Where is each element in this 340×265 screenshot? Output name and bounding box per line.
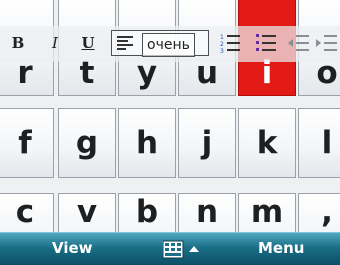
- numbered-list-icon[interactable]: 1 2 3: [220, 33, 242, 53]
- key-b[interactable]: b: [118, 193, 176, 232]
- svg-text:3: 3: [220, 48, 224, 53]
- key-f[interactable]: f: [0, 108, 54, 178]
- input-panel-icon[interactable]: [163, 240, 207, 260]
- style-value: очень: [142, 33, 195, 57]
- italic-button[interactable]: I: [46, 32, 64, 54]
- decrease-indent-icon[interactable]: [288, 33, 310, 53]
- key-v[interactable]: v: [58, 193, 116, 232]
- increase-indent-icon[interactable]: [316, 33, 338, 53]
- key-j[interactable]: j: [178, 108, 236, 178]
- softkey-bar: View Menu: [0, 232, 340, 265]
- key-m[interactable]: m: [238, 193, 296, 232]
- underline-button[interactable]: U: [78, 32, 98, 54]
- bold-button[interactable]: B: [8, 32, 28, 54]
- key-l[interactable]: l: [298, 108, 340, 178]
- chevron-up-icon: [189, 246, 199, 252]
- key-h[interactable]: h: [118, 108, 176, 178]
- key-n[interactable]: n: [178, 193, 236, 232]
- svg-text:2: 2: [220, 41, 224, 48]
- align-left-icon: [117, 36, 133, 50]
- paragraph-style-dropdown[interactable]: очень: [111, 30, 209, 57]
- key-k[interactable]: k: [238, 108, 296, 178]
- key-g[interactable]: g: [58, 108, 116, 178]
- key-c[interactable]: c: [0, 193, 54, 232]
- menu-softkey[interactable]: Menu: [258, 239, 304, 257]
- key-comma[interactable]: ,: [298, 193, 340, 232]
- bullet-list-icon[interactable]: [256, 33, 278, 53]
- view-softkey[interactable]: View: [52, 239, 93, 257]
- formatting-toolbar: B I U очень 1 2 3: [0, 26, 340, 62]
- svg-text:1: 1: [220, 34, 224, 41]
